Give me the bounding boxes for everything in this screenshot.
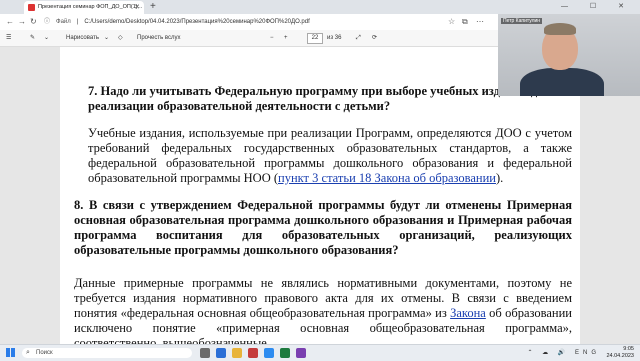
language-indicator[interactable]: ENG [575, 350, 600, 356]
participant-hair [544, 23, 576, 35]
edge-icon[interactable] [216, 348, 226, 358]
video-call-overlay[interactable]: Петр Капитулин [498, 14, 640, 96]
browser-tab[interactable]: Презентация семинар ФОП_ДО_ОП(1)... ✕ [24, 1, 144, 14]
zoom-in-icon[interactable]: + [284, 30, 288, 46]
rotate-icon[interactable]: ⟳ [372, 30, 377, 46]
page-number-input[interactable]: 22 [307, 33, 323, 44]
read-aloud-button[interactable]: Прочесть вслух [137, 30, 180, 46]
taskbar: ⌕ Поиск ⌃ ☁ 🔊 ENG 9:05 24.04.2023 [0, 344, 640, 361]
close-tab-icon[interactable]: ✕ [134, 1, 140, 14]
zoom-out-icon[interactable]: − [270, 30, 274, 46]
address-field[interactable]: ⓘ Файл | C:/Users/demo/Desktop/04.04.2023/П… [44, 16, 424, 28]
question-7-body: Учебные издания, используемые при реализ… [88, 126, 572, 186]
explorer-icon[interactable] [232, 348, 242, 358]
search-placeholder: Поиск [36, 350, 53, 356]
tab-title: Презентация семинар ФОП_ДО_ОП(1)... [38, 4, 143, 10]
participant-body [520, 68, 604, 96]
clock[interactable]: 9:05 24.04.2023 [606, 346, 634, 359]
contents-icon[interactable]: ☰ [6, 30, 11, 46]
participant-name: Петр Капитулин [501, 18, 543, 24]
more-menu-icon[interactable]: ⋯ [476, 15, 484, 29]
excel-icon[interactable] [280, 348, 290, 358]
question-8-heading: 8. В связи с утверждением Федеральной пр… [74, 198, 572, 257]
url-text: C:/Users/demo/Desktop/04.04.2023/Презент… [84, 19, 310, 25]
eraser-icon[interactable]: ◇ [118, 30, 123, 46]
tab-strip: Презентация семинар ФОП_ДО_ОП(1)... ✕ + … [0, 0, 640, 14]
question-7-end: ). [495, 171, 504, 185]
task-view-icon[interactable] [200, 348, 210, 358]
search-icon: ⌕ [26, 349, 30, 356]
highlight-icon[interactable]: ✎ [30, 30, 35, 46]
pdf-icon [28, 4, 35, 11]
refresh-icon[interactable]: ↻ [30, 15, 37, 29]
teams-icon[interactable] [296, 348, 306, 358]
zoom-icon[interactable] [264, 348, 274, 358]
window-controls[interactable]: — ☐ ✕ [561, 0, 634, 13]
clock-date: 24.04.2023 [606, 352, 634, 359]
draw-chevron-icon[interactable]: ⌄ [44, 30, 49, 46]
address-scheme-label: Файл [56, 19, 71, 25]
law-article-link[interactable]: пункт 3 статьи 18 Закона об образовании [278, 171, 496, 185]
question-8-body: Данные примерные программы не являлись н… [74, 276, 572, 344]
fit-page-icon[interactable]: ⤢ [356, 30, 361, 46]
system-tray-icons[interactable]: ⌃ ☁ 🔊 ENG [527, 349, 600, 356]
back-icon[interactable]: ← [6, 15, 14, 29]
favorite-icon[interactable]: ☆ [448, 15, 455, 29]
collections-icon[interactable]: ⧉ [462, 15, 468, 29]
windows-start-icon[interactable] [6, 348, 15, 357]
page-total: из 36 [327, 35, 342, 41]
draw-button[interactable]: Нарисовать [66, 30, 99, 46]
law-link[interactable]: Закона [450, 306, 486, 320]
forward-icon[interactable]: → [18, 15, 26, 29]
file-info-icon[interactable]: ⓘ [44, 19, 50, 25]
new-tab-button[interactable]: + [150, 0, 156, 13]
taskbar-search[interactable]: ⌕ Поиск [22, 348, 192, 358]
draw-chevron2-icon[interactable]: ⌄ [104, 30, 109, 46]
powerpoint-icon[interactable] [248, 348, 258, 358]
